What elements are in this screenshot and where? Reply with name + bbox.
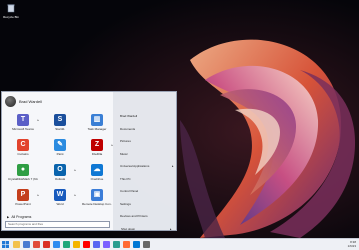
- right-link-label: Control Panel: [120, 189, 139, 193]
- link-universal-applications[interactable]: Universal Applications ▸: [120, 164, 174, 168]
- taskbar-app-2-icon[interactable]: [23, 241, 30, 248]
- triangle-right-icon: ▶: [7, 215, 10, 219]
- tile-label: Outlook: [54, 177, 66, 181]
- onedrive-tile[interactable]: ☁ OneDrive: [82, 164, 112, 185]
- taskbar-youtube-icon[interactable]: [83, 241, 90, 248]
- system-tray-clock[interactable]: 8:38 1/6/23: [348, 240, 356, 248]
- recycle-bin-desktop-icon[interactable]: Recycle Bin: [2, 3, 20, 19]
- tile-label: Start11: [55, 127, 65, 131]
- recycle-bin-icon: [7, 4, 15, 13]
- right-link-label: Music: [120, 151, 128, 156]
- shutdown-options-arrow[interactable]: ▸: [170, 227, 172, 231]
- right-link-label: Documents: [120, 126, 136, 131]
- taskbar-app-11-icon[interactable]: [113, 241, 120, 248]
- outlook-icon: O: [54, 164, 66, 176]
- chevron-right-icon: ▸: [172, 164, 174, 168]
- clock-date: 1/6/23: [347, 244, 356, 248]
- link-user[interactable]: Brad Wardell: [120, 114, 137, 118]
- tile-label: Curtains: [17, 152, 29, 156]
- taskbar-app-14-icon[interactable]: [143, 241, 150, 248]
- taskbar-edge-icon[interactable]: [63, 241, 70, 248]
- outlook-tile[interactable]: O Outlook ▸: [45, 164, 76, 185]
- filezilla-icon: Z: [91, 139, 103, 151]
- taskbar-app-13-icon[interactable]: [133, 241, 140, 248]
- taskbar-chrome-icon[interactable]: [73, 241, 80, 248]
- chevron-right-icon[interactable]: ▸: [111, 143, 113, 147]
- right-link-label: Universal Applications: [120, 164, 150, 168]
- remote-desktop-icon: ▣: [91, 189, 103, 201]
- start-menu-right-pane: Brad Wardell Documents Pictures Music Univer…: [115, 92, 176, 233]
- taskbar: 8:38 1/6/23: [0, 238, 359, 250]
- shutdown-button[interactable]: Shut down: [121, 226, 161, 233]
- taskbar-app-3-icon[interactable]: [33, 241, 40, 248]
- start11-tile[interactable]: S Start11: [45, 114, 75, 135]
- task-manager-tile[interactable]: ▥ Task Manager: [82, 114, 112, 135]
- chevron-right-icon[interactable]: ▸: [37, 193, 39, 197]
- search-input[interactable]: Search programs and files: [5, 221, 110, 228]
- link-settings[interactable]: Settings: [120, 202, 131, 206]
- right-link-label: Brad Wardell: [120, 114, 138, 118]
- right-link-label: Pictures: [120, 139, 131, 143]
- right-link-label: Settings: [120, 201, 131, 206]
- powerpoint-icon: P: [17, 189, 29, 201]
- word-icon: W: [54, 189, 66, 201]
- start-menu: Brad Wardell T Microsoft Teams ▸ S Start11 ▥ T…: [1, 91, 177, 231]
- tile-label: Microsoft Teams: [12, 127, 34, 131]
- tile-label: Paint: [56, 152, 64, 156]
- taskbar-app-12-icon[interactable]: [123, 241, 130, 248]
- taskbar-app-10-icon[interactable]: [103, 241, 110, 248]
- paint-tile[interactable]: ✎ Paint: [45, 139, 75, 160]
- tile-label: PowerPoint: [15, 202, 31, 206]
- link-music[interactable]: Music: [120, 152, 128, 156]
- start-button-windows-icon[interactable]: [2, 241, 9, 248]
- chevron-right-icon[interactable]: ▸: [74, 193, 76, 197]
- curtains-icon: C: [17, 139, 29, 151]
- chevron-right-icon[interactable]: ▸: [74, 168, 76, 172]
- link-this-pc[interactable]: This PC: [120, 177, 131, 181]
- powerpoint-tile[interactable]: P PowerPoint ▸: [8, 189, 39, 210]
- tile-label: FileZilla: [91, 152, 103, 156]
- crystaldiskmark-icon: ●: [17, 164, 29, 176]
- all-programs-button[interactable]: ▶ All Programs: [7, 215, 31, 219]
- tile-label: Word: [56, 202, 64, 206]
- chevron-right-icon[interactable]: ▸: [37, 118, 39, 122]
- paint-icon: ✎: [54, 139, 66, 151]
- tile-label: OneDrive: [90, 177, 104, 181]
- user-row[interactable]: Brad Wardell: [5, 94, 42, 108]
- tile-label: Task Manager: [87, 127, 107, 131]
- recycle-bin-label: Recycle Bin: [3, 15, 19, 19]
- microsoft-teams-icon: T: [17, 114, 29, 126]
- avatar[interactable]: [5, 95, 16, 107]
- link-devices-printers[interactable]: Devices and Printers: [120, 214, 148, 218]
- crystaldiskmark-tile[interactable]: ● CrystalDiskMark 7 (64...: [8, 164, 38, 185]
- taskbar-gmail-icon[interactable]: [43, 241, 50, 248]
- link-control-panel[interactable]: Control Panel: [120, 189, 138, 193]
- microsoft-teams-tile[interactable]: T Microsoft Teams ▸: [8, 114, 39, 135]
- tile-label: Remote Desktop Con...: [82, 202, 112, 206]
- task-manager-icon: ▥: [91, 114, 103, 126]
- word-tile[interactable]: W Word ▸: [45, 189, 76, 210]
- filezilla-tile[interactable]: Z FileZilla ▸: [82, 139, 113, 160]
- all-programs-label: All Programs: [11, 215, 32, 219]
- remote-desktop-tile[interactable]: ▣ Remote Desktop Con...: [82, 189, 112, 210]
- right-link-label: Devices and Printers: [120, 214, 148, 218]
- tile-label: CrystalDiskMark 7 (64...: [8, 177, 38, 181]
- start-menu-left-pane: Brad Wardell T Microsoft Teams ▸ S Start11 ▥ T…: [2, 92, 113, 230]
- start11-icon: S: [54, 114, 66, 126]
- link-documents[interactable]: Documents: [120, 127, 135, 131]
- taskbar-explorer-icon[interactable]: [13, 241, 20, 248]
- taskbar-app-5-icon[interactable]: [53, 241, 60, 248]
- onedrive-icon: ☁: [91, 164, 103, 176]
- user-name: Brad Wardell: [19, 98, 42, 104]
- right-link-label: This PC: [120, 176, 131, 181]
- link-pictures[interactable]: Pictures: [120, 139, 131, 143]
- taskbar-app-9-icon[interactable]: [93, 241, 100, 248]
- curtains-tile[interactable]: C Curtains: [8, 139, 38, 160]
